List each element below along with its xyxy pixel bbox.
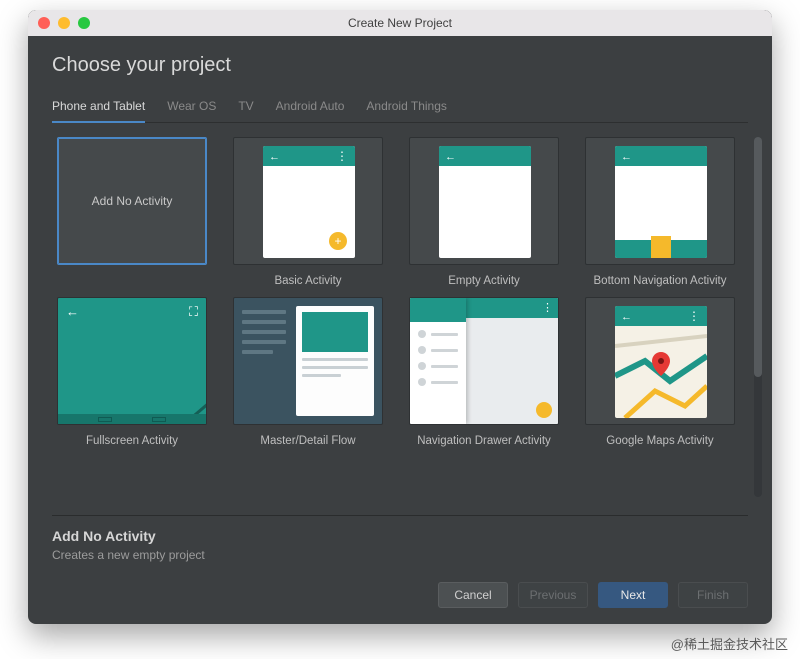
details-title: Add No Activity	[52, 528, 748, 544]
zoom-icon[interactable]	[78, 17, 90, 29]
template-caption: Empty Activity	[448, 275, 520, 287]
template-fullscreen-activity[interactable]: ← ⛶ Fullscreen Activity	[52, 297, 212, 447]
template-thumb: ← ⋮ +	[233, 137, 383, 265]
device-tabs: Phone and Tablet Wear OS TV Android Auto…	[52, 99, 748, 123]
template-add-no-activity[interactable]: Add No Activity	[52, 137, 212, 287]
map-pin-icon	[652, 352, 670, 376]
dialog-window: Create New Project Choose your project P…	[28, 10, 772, 624]
details-description: Creates a new empty project	[52, 548, 748, 562]
window-controls	[38, 17, 90, 29]
template-caption: Google Maps Activity	[606, 435, 713, 447]
template-empty-activity[interactable]: ← Empty Activity	[404, 137, 564, 287]
titlebar: Create New Project	[28, 10, 772, 36]
no-activity-label: Add No Activity	[58, 138, 206, 264]
tab-tv[interactable]: TV	[238, 99, 253, 122]
template-thumb: Add No Activity	[57, 137, 207, 265]
template-thumb: ←	[409, 137, 559, 265]
tab-android-auto[interactable]: Android Auto	[276, 99, 345, 122]
template-thumb: ⋮	[409, 297, 559, 425]
template-thumb: ← ⛶	[57, 297, 207, 425]
overflow-icon: ⋮	[542, 301, 553, 314]
drawer-icon	[410, 298, 466, 424]
tab-android-things[interactable]: Android Things	[366, 99, 447, 122]
fab-icon: +	[329, 232, 347, 250]
fab-icon	[536, 402, 552, 418]
back-arrow-icon: ←	[269, 151, 280, 163]
template-caption: Fullscreen Activity	[86, 435, 178, 447]
template-gallery: Add No Activity ←⋮ + Basic Activity	[52, 125, 748, 461]
diagonal-icon	[57, 297, 207, 425]
scrollbar-thumb[interactable]	[754, 137, 762, 377]
minimize-icon[interactable]	[58, 17, 70, 29]
template-thumb: ←⋮	[585, 297, 735, 425]
overflow-icon: ⋮	[336, 149, 349, 163]
template-caption: Basic Activity	[274, 275, 341, 287]
template-caption: Master/Detail Flow	[260, 435, 355, 447]
tab-phone-and-tablet[interactable]: Phone and Tablet	[52, 99, 145, 123]
template-master-detail-flow[interactable]: Master/Detail Flow	[228, 297, 388, 447]
gallery-scrollbar[interactable]	[754, 137, 762, 497]
template-caption: Bottom Navigation Activity	[594, 275, 727, 287]
window-title: Create New Project	[28, 16, 772, 30]
cancel-button[interactable]: Cancel	[438, 582, 508, 608]
template-gallery-wrap: Add No Activity ←⋮ + Basic Activity	[52, 125, 748, 515]
template-thumb: ←	[585, 137, 735, 265]
tab-wear-os[interactable]: Wear OS	[167, 99, 216, 122]
template-caption: Navigation Drawer Activity	[417, 435, 551, 447]
close-icon[interactable]	[38, 17, 50, 29]
dialog-content: Choose your project Phone and Tablet Wea…	[28, 36, 772, 624]
bottom-nav-icon	[615, 240, 707, 258]
back-arrow-icon: ←	[445, 151, 456, 163]
template-bottom-navigation-activity[interactable]: ← Bottom Navigation Activity	[580, 137, 740, 287]
back-arrow-icon: ←	[621, 151, 632, 163]
page-title: Choose your project	[52, 54, 748, 77]
template-navigation-drawer-activity[interactable]: ⋮ Navigation Drawer Activity	[404, 297, 564, 447]
watermark: @稀土掘金技术社区	[671, 634, 788, 653]
template-thumb	[233, 297, 383, 425]
next-button[interactable]: Next	[598, 582, 668, 608]
dialog-buttons: Cancel Previous Next Finish	[52, 570, 748, 624]
finish-button[interactable]: Finish	[678, 582, 748, 608]
template-basic-activity[interactable]: ← ⋮ + Basic Activity	[228, 137, 388, 287]
template-details: Add No Activity Creates a new empty proj…	[52, 515, 748, 570]
template-google-maps-activity[interactable]: ←⋮ Google Maps Activi	[580, 297, 740, 447]
previous-button[interactable]: Previous	[518, 582, 588, 608]
